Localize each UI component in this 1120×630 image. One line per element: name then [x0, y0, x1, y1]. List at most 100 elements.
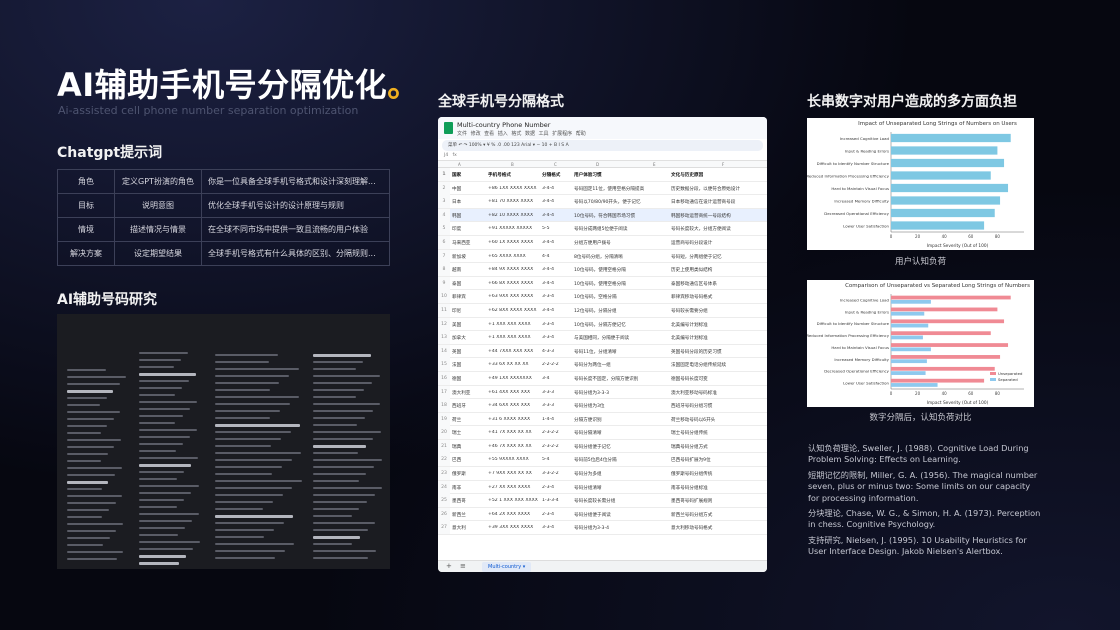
table-cell[interactable]: 4-4 — [542, 254, 572, 259]
row-number[interactable]: 12 — [438, 317, 450, 331]
sheet-tab[interactable]: Multi-country ▾ — [482, 562, 532, 572]
table-cell[interactable]: 历史数据分段，以便符合原始设计 — [671, 186, 761, 192]
table-row[interactable]: 23 俄罗斯 +7 9XX XXX XX XX 3-3-2-2 号码分为多组 俄罗斯号码分… — [438, 467, 767, 481]
table-row[interactable]: 9 泰国 +66 8X XXXX XXXX 3-4-4 10位号码，使用空格分隔 泰国移动… — [438, 276, 767, 291]
table-cell[interactable]: +33 6X XX XX XX — [488, 362, 540, 367]
table-cell[interactable]: 分隔方便识别 — [574, 417, 664, 423]
table-cell[interactable]: 法国 — [452, 362, 486, 368]
table-cell[interactable]: 2-3-2-2 — [542, 430, 572, 435]
row-number[interactable]: 11 — [438, 303, 450, 317]
table-row[interactable]: 3 日本 +81 70 XXXX XXXX 3-4-4 号码以70/80/90开头，便于… — [438, 195, 767, 209]
table-cell[interactable]: 南非号码分组标准 — [671, 485, 761, 491]
table-cell[interactable]: 号码分隔清晰 — [574, 430, 664, 436]
table-cell[interactable]: 10位号码，符合韩国市场习惯 — [574, 213, 664, 219]
row-number[interactable]: 19 — [438, 412, 450, 426]
row-number[interactable]: 21 — [438, 439, 450, 453]
table-cell[interactable]: 巴西号码扩展为9位 — [671, 457, 761, 463]
row-number[interactable]: 15 — [438, 358, 450, 372]
table-cell[interactable]: 10位号码，使用空格分隔 — [574, 267, 664, 273]
table-cell[interactable]: 2-3-4 — [542, 485, 572, 490]
table-cell[interactable]: 荷兰移动号码以6开头 — [671, 417, 761, 423]
table-cell[interactable]: 号码分组为3-3-3 — [574, 390, 664, 396]
row-number[interactable]: 25 — [438, 494, 450, 508]
table-cell[interactable]: +91 XXXXX XXXXX — [488, 226, 540, 231]
table-cell[interactable]: +34 6XX XXX XXX — [488, 403, 540, 408]
table-cell[interactable]: 意大利 — [452, 525, 486, 531]
table-cell[interactable]: 北美编号计划标准 — [671, 322, 761, 328]
table-cell[interactable]: 号码分成两组5位便于阅读 — [574, 226, 664, 232]
table-cell[interactable]: 日本移动通信在设计运营商号段 — [671, 199, 761, 205]
table-cell[interactable]: 10位号码，空格分隔 — [574, 294, 664, 300]
table-row[interactable]: 21 瑞典 +46 7X XXX XX XX 2-3-2-2 号码分组便于记忆 瑞典号码分… — [438, 439, 767, 454]
row-number[interactable]: 24 — [438, 480, 450, 494]
table-cell[interactable]: 号码分为多组 — [574, 471, 664, 477]
table-row[interactable]: 14 英国 +44 7XXX XXX XXX 4-3-3 号码11位，分组清晰 英国号码分… — [438, 344, 767, 359]
all-sheets-icon[interactable]: ≡ — [460, 562, 466, 570]
table-cell[interactable]: 瑞典 — [452, 444, 486, 450]
table-cell[interactable]: 中国 — [452, 186, 486, 192]
table-cell[interactable]: 加拿大 — [452, 335, 486, 341]
table-cell[interactable]: 文化与历史原因 — [671, 172, 761, 178]
table-cell[interactable]: +52 1 XXX XXX XXXX — [488, 498, 540, 503]
table-cell[interactable]: 号码分组清晰 — [574, 485, 664, 491]
table-cell[interactable]: 泰国 — [452, 281, 486, 287]
table-cell[interactable]: 西班牙号码分组习惯 — [671, 403, 761, 409]
table-cell[interactable]: 号码短，分两组便于记忆 — [671, 254, 761, 260]
column-letter[interactable]: F — [722, 162, 724, 167]
table-cell[interactable]: 日本 — [452, 199, 486, 205]
table-cell[interactable]: +86 1XX XXXX XXXX — [488, 186, 540, 191]
table-cell[interactable]: 3-4-4 — [542, 199, 572, 204]
table-cell[interactable]: 3-3-4 — [542, 525, 572, 530]
table-cell[interactable]: 2-2-2-2 — [542, 362, 572, 367]
table-cell[interactable]: 号码以70/80/90开头，便于记忆 — [574, 199, 664, 205]
row-number[interactable]: 2 — [438, 181, 450, 195]
table-cell[interactable]: 号码长度不固定，分隔方便识别 — [574, 376, 664, 382]
table-cell[interactable]: 号码前5位后4位分隔 — [574, 457, 664, 463]
table-cell[interactable]: 号码分组为3位 — [574, 403, 664, 409]
table-cell[interactable]: 3-3-3 — [542, 390, 572, 395]
table-cell[interactable]: 墨西哥号码扩展规则 — [671, 498, 761, 504]
table-cell[interactable]: +82 10 XXXX XXXX — [488, 213, 540, 218]
table-cell[interactable]: 荷兰 — [452, 417, 486, 423]
table-cell[interactable]: +60 1X XXXX XXXX — [488, 240, 540, 245]
table-cell[interactable]: 国家 — [452, 172, 486, 178]
table-cell[interactable]: 分隔格式 — [542, 172, 572, 178]
table-row[interactable]: 24 南非 +27 XX XXX XXXX 2-3-4 号码分组清晰 南非号码分组标准 — [438, 480, 767, 495]
table-row[interactable]: 7 新加坡 +65 XXXX XXXX 4-4 8位号码分组，分隔清晰 号码短，分两组便于… — [438, 249, 767, 264]
table-cell[interactable]: 新西兰 — [452, 512, 486, 518]
table-row[interactable]: 1 国家 手机号格式 分隔格式 用户体验习惯 文化与历史原因 — [438, 168, 767, 182]
table-cell[interactable]: 3-4-4 — [542, 281, 572, 286]
row-number[interactable]: 17 — [438, 385, 450, 399]
table-row[interactable]: 20 瑞士 +41 7X XXX XX XX 2-3-2-2 号码分隔清晰 瑞士号码分组传… — [438, 426, 767, 440]
table-cell[interactable]: 英国 — [452, 349, 486, 355]
table-cell[interactable]: 8位号码分组，分隔清晰 — [574, 254, 664, 260]
column-letter[interactable]: C — [554, 162, 557, 167]
sheet-menu-bar[interactable]: 文件 修改 查看 插入 格式 数据 工具 扩展程序 帮助 — [457, 130, 586, 137]
table-cell[interactable]: 菲律宾移动号码格式 — [671, 294, 761, 300]
table-cell[interactable]: 北美编号计划标准 — [671, 335, 761, 341]
table-cell[interactable]: 美国 — [452, 322, 486, 328]
row-number[interactable]: 10 — [438, 290, 450, 304]
table-cell[interactable]: 3-4-4 — [542, 308, 572, 313]
table-cell[interactable]: +44 7XXX XXX XXX — [488, 349, 540, 354]
table-cell[interactable]: 分组方便用户拨号 — [574, 240, 664, 246]
table-cell[interactable]: 德国号码长度可变 — [671, 376, 761, 382]
table-cell[interactable]: 印度 — [452, 226, 486, 232]
row-number[interactable]: 7 — [438, 249, 450, 263]
table-cell[interactable]: 德国 — [452, 376, 486, 382]
table-cell[interactable]: 3-4-4 — [542, 186, 572, 191]
table-cell[interactable]: 墨西哥 — [452, 498, 486, 504]
table-cell[interactable]: 12位号码，分隔分组 — [574, 308, 664, 314]
table-cell[interactable]: 俄罗斯 — [452, 471, 486, 477]
table-cell[interactable]: 3-3-3 — [542, 403, 572, 408]
table-cell[interactable]: 3-3-2-2 — [542, 471, 572, 476]
table-row[interactable]: 2 中国 +86 1XX XXXX XXXX 3-4-4 号码固定11位，使用空格分隔提… — [438, 181, 767, 196]
table-cell[interactable]: 手机号格式 — [488, 172, 540, 178]
table-cell[interactable]: 新加坡 — [452, 254, 486, 260]
table-cell[interactable]: 澳大利亚 — [452, 390, 486, 396]
table-cell[interactable]: 3-3-4 — [542, 294, 572, 299]
table-cell[interactable]: 3-3-4 — [542, 335, 572, 340]
table-cell[interactable]: 号码较长需要分组 — [671, 308, 761, 314]
table-row[interactable]: 8 越南 +84 9X XXXX XXXX 3-4-4 10位号码，使用空格分隔 历史上使… — [438, 263, 767, 277]
table-cell[interactable]: +7 9XX XXX XX XX — [488, 471, 540, 476]
